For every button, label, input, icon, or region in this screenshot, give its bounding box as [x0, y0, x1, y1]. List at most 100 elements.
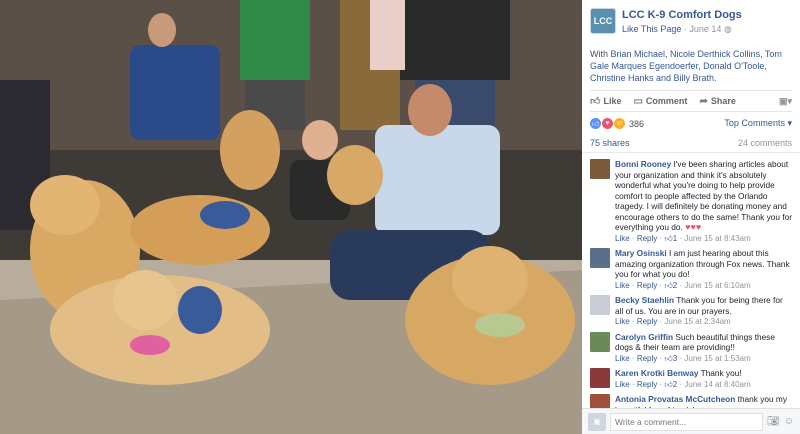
reactions-row: 👍︎ ♥ ☺ 386 Top Comments ▾	[582, 112, 800, 135]
comment-like-link[interactable]: Like	[615, 317, 630, 326]
sticker-icon[interactable]: ☺	[784, 416, 794, 427]
post-actions-bar: 👍︎ Like ▭ Comment ➦ Share ▣ ▾	[590, 90, 792, 112]
like-reaction-icon[interactable]: 👍︎	[590, 118, 601, 129]
commenter-name-link[interactable]: Mary Osinski	[615, 248, 667, 258]
top-comments-dropdown[interactable]: Top Comments ▾	[724, 118, 792, 129]
comment-footer: Like · Reply · 👍︎3 · June 15 at 1:53am	[615, 354, 792, 365]
post-meta: Like This Page · June 14 ◍	[622, 22, 742, 36]
footer-separator: ·	[659, 379, 663, 389]
comments-count[interactable]: 24 comments	[738, 138, 792, 148]
commenter-avatar[interactable]	[590, 248, 610, 268]
comment-body: Karen Krotki Benway Thank you! Like · Rep…	[615, 368, 751, 390]
tagged-names-links[interactable]: Brian Michael, Nicole Derthick Collins, …	[590, 49, 782, 83]
comment-button[interactable]: ▭ Comment	[633, 96, 687, 107]
top-comments-label: Top Comments	[724, 118, 785, 128]
commenter-name-link[interactable]: Becky Staehlin	[615, 295, 674, 305]
post-header-text: LCC K-9 Comfort Dogs Like This Page · Ju…	[622, 8, 742, 36]
comment-like-count[interactable]: 2	[673, 281, 677, 290]
like-button[interactable]: 👍︎ Like	[590, 95, 621, 107]
like-page-link[interactable]: Like This Page	[622, 24, 681, 34]
footer-separator: ·	[659, 353, 663, 363]
commenter-name-link[interactable]: Bonni Rooney	[615, 159, 671, 169]
commenter-name-link[interactable]: Antonia Provatas McCutcheon	[615, 394, 735, 404]
share-icon: ➦	[699, 95, 708, 107]
commenter-avatar[interactable]	[590, 159, 610, 179]
love-reaction-icon[interactable]: ♥	[602, 118, 613, 129]
comment-timestamp[interactable]: June 15 at 1:53am	[684, 354, 750, 363]
chevron-down-icon: ▾	[787, 95, 792, 106]
thumbs-up-icon: 👍︎	[664, 280, 673, 290]
comment-like-link[interactable]: Like	[615, 281, 630, 290]
footer-separator: ·	[659, 317, 663, 326]
comment-like-count[interactable]: 2	[673, 380, 677, 389]
comment-input[interactable]	[615, 416, 759, 427]
commenter-name-link[interactable]: Carolyn Griffin	[615, 332, 673, 342]
comment-footer: Like · Reply · 👍︎2 · June 15 at 6:10am	[615, 281, 792, 292]
thumbs-up-icon: 👍︎	[664, 233, 673, 243]
footer-separator: ·	[679, 233, 683, 243]
tagged-people: With Brian Michael, Nicole Derthick Coll…	[582, 36, 800, 90]
commenter-avatar[interactable]	[590, 368, 610, 388]
footer-separator: ·	[679, 280, 683, 290]
comment-timestamp[interactable]: June 15 at 8:43am	[684, 234, 750, 243]
thumbs-up-icon: 👍︎	[664, 379, 673, 389]
post-as-selector[interactable]: ▣ ▾	[779, 96, 792, 107]
post-date[interactable]: June 14	[689, 24, 721, 34]
comment-item: Mary Osinski I am just hearing about thi…	[590, 248, 792, 291]
comment-input-wrapper[interactable]	[610, 412, 764, 431]
footer-separator: ·	[659, 280, 663, 290]
comment-reply-link[interactable]: Reply	[637, 281, 657, 290]
comment-like-count[interactable]: 1	[673, 234, 677, 243]
thumbs-up-icon: 👍︎	[664, 353, 673, 363]
comment-like-count[interactable]: 3	[673, 354, 677, 363]
page-avatar[interactable]: LCC	[590, 8, 616, 34]
comment-reply-link[interactable]: Reply	[637, 234, 657, 243]
page-name-link[interactable]: LCC K-9 Comfort Dogs	[622, 8, 742, 22]
reaction-count[interactable]: 386	[629, 119, 644, 129]
comment-reply-link[interactable]: Reply	[637, 317, 657, 326]
comment-footer: Like · Reply · 👍︎1 · June 15 at 8:43am	[615, 234, 792, 245]
comment-item: Becky Staehlin Thank you for being there…	[590, 295, 792, 328]
photo-viewer: LCC LCC K-9 Comfort Dogs Like This Page …	[0, 0, 800, 434]
like-button-label: Like	[603, 96, 622, 106]
meta-separator: ·	[683, 24, 687, 34]
comments-list: Bonni Rooney I've been sharing articles …	[582, 153, 800, 427]
comment-timestamp[interactable]: June 14 at 8:40am	[684, 380, 750, 389]
comment-item: Carolyn Griffin Such beautiful things th…	[590, 331, 792, 365]
post-photo[interactable]	[0, 0, 582, 434]
shares-count[interactable]: 75 shares	[590, 138, 630, 148]
with-prefix: With	[590, 49, 608, 59]
comment-body: Carolyn Griffin Such beautiful things th…	[615, 332, 792, 365]
commenter-avatar[interactable]	[590, 331, 610, 352]
heart-emoji-icon: ♥♥♥	[685, 222, 702, 232]
footer-separator: ·	[679, 379, 683, 389]
camera-icon[interactable]: 📷︎	[767, 416, 780, 427]
comment-like-link[interactable]: Like	[615, 234, 630, 243]
comment-like-link[interactable]: Like	[615, 380, 630, 389]
footer-separator: ·	[631, 317, 635, 326]
footer-separator: ·	[631, 233, 635, 243]
post-header: LCC LCC K-9 Comfort Dogs Like This Page …	[582, 0, 800, 36]
chevron-down-icon: ▾	[787, 118, 792, 128]
commenter-name-link[interactable]: Karen Krotki Benway	[615, 368, 698, 378]
commenter-avatar[interactable]	[590, 295, 610, 315]
comment-like-link[interactable]: Like	[615, 354, 630, 363]
comment-footer: Like · Reply · 👍︎2 · June 14 at 8:40am	[615, 380, 751, 391]
dogs-photo-illustration	[0, 0, 582, 434]
comment-reply-link[interactable]: Reply	[637, 354, 657, 363]
footer-separator: ·	[679, 353, 683, 363]
share-button[interactable]: ➦ Share	[699, 96, 735, 107]
share-button-label: Share	[710, 96, 736, 106]
comment-text: Thank you!	[700, 368, 742, 378]
comment-timestamp[interactable]: June 15 at 6:10am	[684, 281, 750, 290]
write-comment-bar: ▣ 📷︎ ☺	[582, 408, 800, 434]
comment-body: Bonni Rooney I've been sharing articles …	[615, 159, 792, 244]
comment-body: Becky Staehlin Thank you for being there…	[615, 295, 792, 328]
thumbs-up-icon: 👍︎	[590, 96, 601, 107]
footer-separator: ·	[631, 280, 635, 290]
comment-footer: Like · Reply · June 15 at 2:34am	[615, 317, 792, 328]
comment-timestamp[interactable]: June 15 at 2:34am	[664, 317, 730, 326]
comment-reply-link[interactable]: Reply	[637, 380, 657, 389]
comment-item: Bonni Rooney I've been sharing articles …	[590, 159, 792, 244]
haha-reaction-icon[interactable]: ☺	[614, 118, 625, 129]
